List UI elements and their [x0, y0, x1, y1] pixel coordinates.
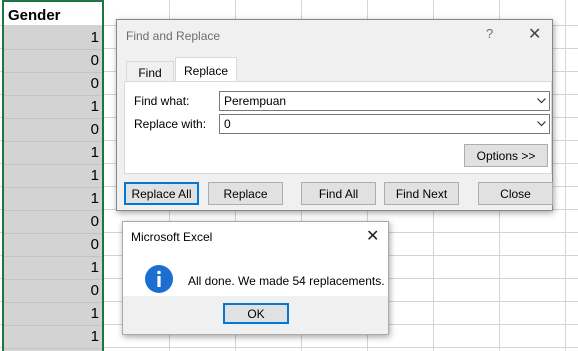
find-replace-dialog: Find and Replace ? ✕ Find Replace Find w…	[116, 19, 553, 211]
replace-button[interactable]: Replace	[208, 182, 283, 205]
replace-with-value: 0	[224, 117, 231, 131]
gender-cell[interactable]: 1	[4, 165, 102, 188]
find-what-combo[interactable]: Perempuan	[219, 91, 550, 111]
close-icon[interactable]: ✕	[528, 24, 541, 44]
replace-all-button[interactable]: Replace All	[124, 182, 199, 205]
gender-cell[interactable]: 1	[4, 96, 102, 119]
find-what-label: Find what:	[134, 94, 190, 108]
find-replace-title: Find and Replace	[126, 29, 221, 43]
gender-cell[interactable]: 0	[4, 280, 102, 303]
excel-message-box: Microsoft Excel ✕ All done. We made 54 r…	[122, 221, 389, 335]
find-all-button[interactable]: Find All	[301, 182, 376, 205]
chevron-down-icon[interactable]	[532, 92, 549, 110]
gender-cell[interactable]: 1	[4, 303, 102, 326]
help-icon[interactable]: ?	[486, 26, 493, 41]
gender-cell[interactable]: 1	[4, 27, 102, 50]
gender-column-selection[interactable]: Gender 1 0 0 1 0 1 1 1 0 0 1 0 1 1	[2, 0, 104, 351]
tab-replace[interactable]: Replace	[175, 57, 237, 82]
replace-with-label: Replace with:	[134, 117, 207, 131]
gender-cell[interactable]: 0	[4, 119, 102, 142]
gender-cell[interactable]: 0	[4, 211, 102, 234]
tab-find-label: Find	[138, 66, 162, 80]
gender-header-cell[interactable]: Gender	[4, 0, 102, 26]
gender-cell[interactable]: 0	[4, 234, 102, 257]
replace-panel: Find what: Perempuan Replace with: 0 Opt…	[124, 81, 552, 174]
message-text: All done. We made 54 replacements.	[188, 274, 385, 288]
message-box-title: Microsoft Excel	[131, 230, 213, 244]
close-button[interactable]: Close	[478, 182, 553, 205]
gender-cell[interactable]: 1	[4, 188, 102, 211]
message-box-footer: OK	[123, 296, 388, 334]
chevron-down-icon[interactable]	[532, 115, 549, 133]
info-icon	[145, 265, 173, 293]
replace-with-combo[interactable]: 0	[219, 114, 550, 134]
gender-cell[interactable]: 1	[4, 326, 102, 349]
close-icon[interactable]: ✕	[366, 226, 379, 246]
gender-cell[interactable]: 0	[4, 50, 102, 73]
tab-find[interactable]: Find	[126, 61, 174, 82]
options-button[interactable]: Options >>	[464, 144, 548, 167]
gender-cell[interactable]: 0	[4, 73, 102, 96]
ok-button[interactable]: OK	[223, 303, 289, 324]
tab-replace-label: Replace	[183, 64, 229, 78]
gender-cell[interactable]: 1	[4, 142, 102, 165]
find-what-value: Perempuan	[224, 94, 287, 108]
gender-cell[interactable]: 1	[4, 257, 102, 280]
find-next-button[interactable]: Find Next	[384, 182, 459, 205]
